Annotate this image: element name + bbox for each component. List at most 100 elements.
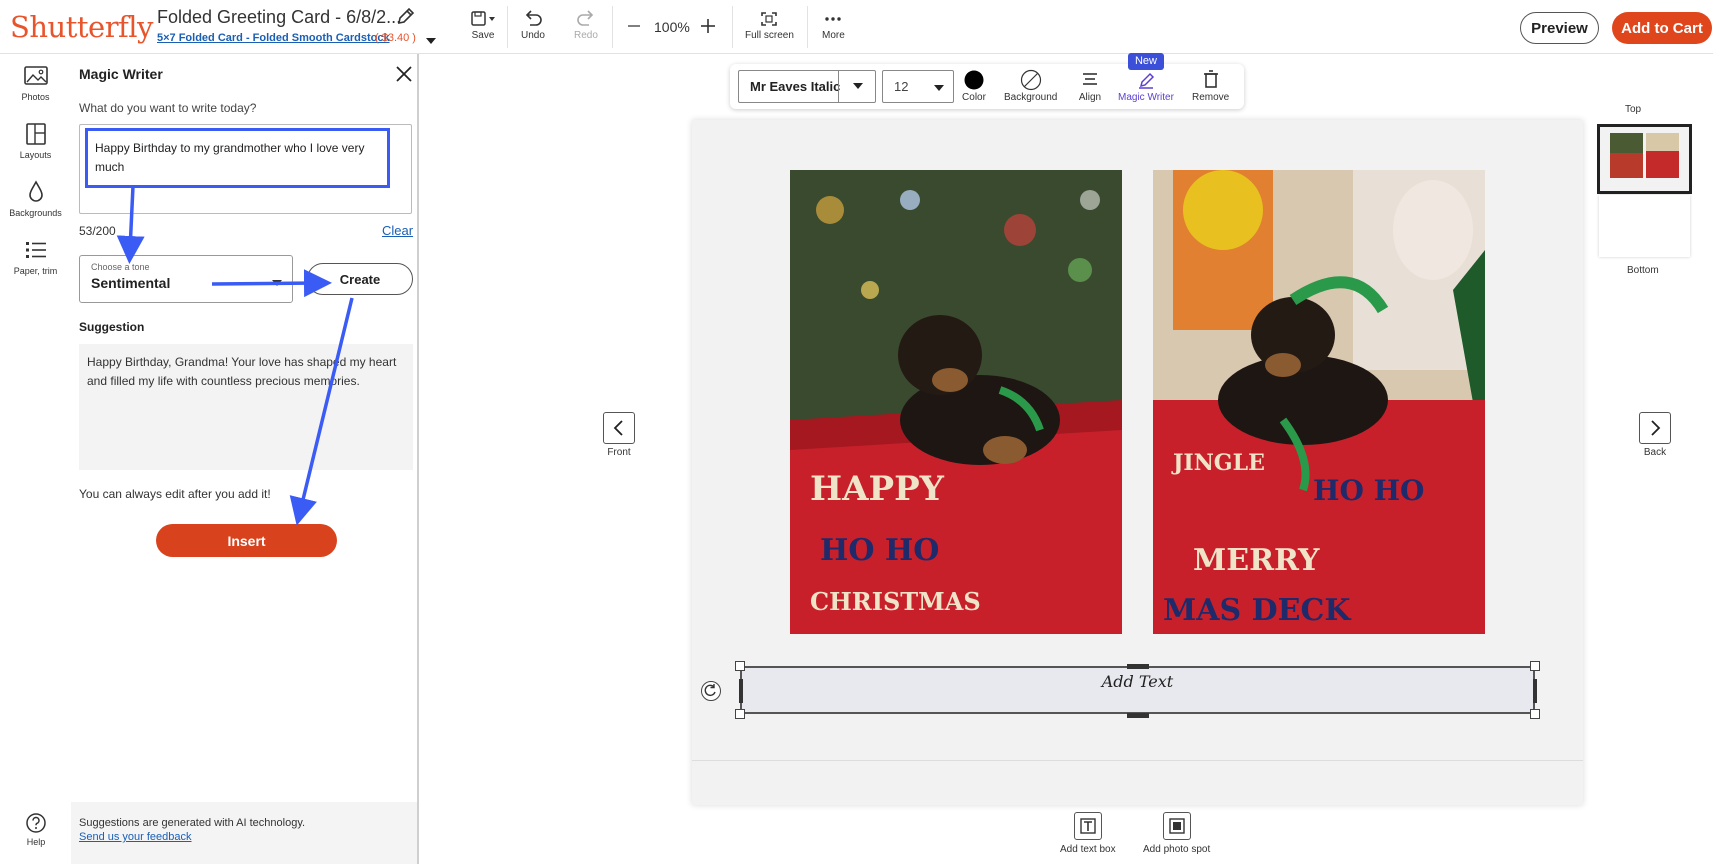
- save-button[interactable]: Save: [468, 10, 498, 41]
- front-label: Front: [607, 447, 631, 458]
- ai-note: Suggestions are generated with AI techno…: [79, 817, 306, 829]
- color-swatch-icon: [964, 70, 984, 90]
- divider: [507, 6, 508, 48]
- prompt-text[interactable]: Happy Birthday to my grandmother who I l…: [85, 128, 390, 188]
- chevron-left-icon: [613, 420, 623, 436]
- project-title[interactable]: Folded Greeting Card - 6/8/2...: [157, 7, 401, 28]
- svg-text:HO HO: HO HO: [820, 533, 939, 568]
- photo-right[interactable]: JINGLE HO HO MERRY MAS DECK: [1153, 170, 1485, 634]
- fullscreen-button[interactable]: Full screen: [745, 10, 794, 41]
- undo-label: Undo: [521, 30, 545, 41]
- nav-backgrounds[interactable]: Backgrounds: [0, 180, 71, 218]
- nav-layouts[interactable]: Layouts: [0, 122, 71, 160]
- font-select[interactable]: Mr Eaves Italic: [738, 70, 876, 103]
- resize-handle[interactable]: [1127, 713, 1149, 718]
- zoom-out-button[interactable]: [624, 16, 644, 36]
- caret-down-icon: [272, 280, 282, 286]
- nav-photos-label: Photos: [21, 92, 50, 102]
- background-button[interactable]: Background: [1004, 69, 1057, 103]
- resize-handle[interactable]: [735, 709, 745, 719]
- resize-handle[interactable]: [1530, 661, 1540, 671]
- align-center-icon: [1083, 73, 1097, 85]
- svg-text:MERRY: MERRY: [1193, 543, 1320, 578]
- thumb-bottom-label: Bottom: [1627, 265, 1659, 276]
- new-badge: New: [1128, 53, 1164, 70]
- color-button[interactable]: Color: [962, 69, 986, 103]
- rotate-handle[interactable]: [701, 681, 721, 701]
- no-fill-icon: [1020, 69, 1041, 91]
- photo-left[interactable]: HAPPY HO HO CHRISTMAS: [790, 170, 1122, 634]
- zoom-in-button[interactable]: [698, 16, 718, 36]
- add-text-box-button[interactable]: Add text box: [1060, 812, 1116, 855]
- remove-button[interactable]: Remove: [1192, 69, 1229, 103]
- resize-handle[interactable]: [1127, 664, 1149, 669]
- thumbnail-bottom[interactable]: [1599, 195, 1690, 257]
- panel-footer: Suggestions are generated with AI techno…: [71, 802, 417, 864]
- edit-title-button[interactable]: [396, 6, 418, 28]
- product-link[interactable]: 5×7 Folded Card - Folded Smooth Cardstoc…: [157, 32, 390, 44]
- redo-label: Redo: [574, 30, 598, 41]
- svg-text:JINGLE: JINGLE: [1171, 450, 1265, 476]
- magic-writer-label: Magic Writer: [1118, 92, 1174, 103]
- next-page-button[interactable]: [1639, 412, 1671, 444]
- text-box-placeholder: Add Text: [1101, 672, 1174, 691]
- font-dropdown-button[interactable]: [838, 70, 876, 103]
- tone-select[interactable]: Choose a tone Sentimental: [79, 255, 293, 303]
- tone-label: Choose a tone: [91, 262, 150, 272]
- add-photo-spot-label: Add photo spot: [1143, 844, 1211, 855]
- suggestion-label: Suggestion: [79, 320, 145, 334]
- plus-icon: [701, 19, 715, 33]
- text-box[interactable]: Add Text: [740, 666, 1535, 714]
- resize-handle[interactable]: [739, 679, 743, 703]
- thumbnail-top[interactable]: [1597, 124, 1692, 194]
- svg-text:HAPPY: HAPPY: [810, 469, 945, 509]
- shutterfly-logo[interactable]: Shutterfly: [10, 10, 153, 44]
- prev-page-button[interactable]: [603, 412, 635, 444]
- back-label: Back: [1643, 447, 1667, 458]
- backgrounds-icon: [28, 180, 43, 202]
- nav-paper-trim-label: Paper, trim: [13, 266, 58, 276]
- magic-writer-button[interactable]: Magic Writer: [1118, 69, 1174, 103]
- resize-handle[interactable]: [1533, 679, 1537, 703]
- undo-icon: [525, 10, 542, 26]
- resize-handle[interactable]: [735, 661, 745, 671]
- font-size-select[interactable]: 12: [882, 70, 954, 103]
- resize-handle[interactable]: [1530, 709, 1540, 719]
- left-nav: Photos Layouts Backgrounds Paper, trim: [0, 54, 71, 864]
- help-button[interactable]: Help: [20, 812, 52, 847]
- align-label: Align: [1078, 92, 1102, 103]
- feedback-link[interactable]: Send us your feedback: [79, 831, 192, 843]
- top-bar: Shutterfly Folded Greeting Card - 6/8/2.…: [0, 0, 1713, 54]
- redo-button[interactable]: Redo: [574, 10, 598, 41]
- preview-button[interactable]: Preview: [1520, 12, 1599, 44]
- redo-icon: [577, 10, 594, 26]
- svg-text:HO HO: HO HO: [1313, 474, 1424, 507]
- close-panel-button[interactable]: [394, 64, 414, 84]
- photo-spot-icon: [1168, 818, 1185, 834]
- background-label: Background: [1004, 92, 1058, 103]
- insert-button[interactable]: Insert: [156, 524, 337, 557]
- clear-link[interactable]: Clear: [382, 223, 413, 238]
- close-icon: [396, 66, 412, 82]
- align-button[interactable]: Align: [1078, 69, 1102, 103]
- tone-value: Sentimental: [91, 275, 171, 291]
- product-options-dropdown[interactable]: [424, 34, 438, 46]
- add-photo-spot-button[interactable]: Add photo spot: [1143, 812, 1210, 855]
- help-label: Help: [26, 837, 46, 847]
- divider: [732, 6, 733, 48]
- trash-icon: [1203, 70, 1218, 88]
- more-icon: [825, 17, 842, 21]
- more-button[interactable]: More: [822, 10, 845, 41]
- caret-down-icon: [426, 38, 436, 44]
- nav-paper-trim[interactable]: Paper, trim: [0, 238, 71, 276]
- create-button[interactable]: Create: [307, 263, 413, 295]
- minus-icon: [628, 25, 640, 27]
- photos-icon: [23, 66, 48, 85]
- character-counter: 53/200: [79, 224, 116, 238]
- divider: [807, 6, 808, 48]
- nav-photos[interactable]: Photos: [0, 64, 71, 102]
- undo-button[interactable]: Undo: [521, 10, 545, 41]
- divider: [612, 6, 613, 48]
- remove-label: Remove: [1192, 92, 1230, 103]
- add-to-cart-button[interactable]: Add to Cart: [1612, 12, 1712, 44]
